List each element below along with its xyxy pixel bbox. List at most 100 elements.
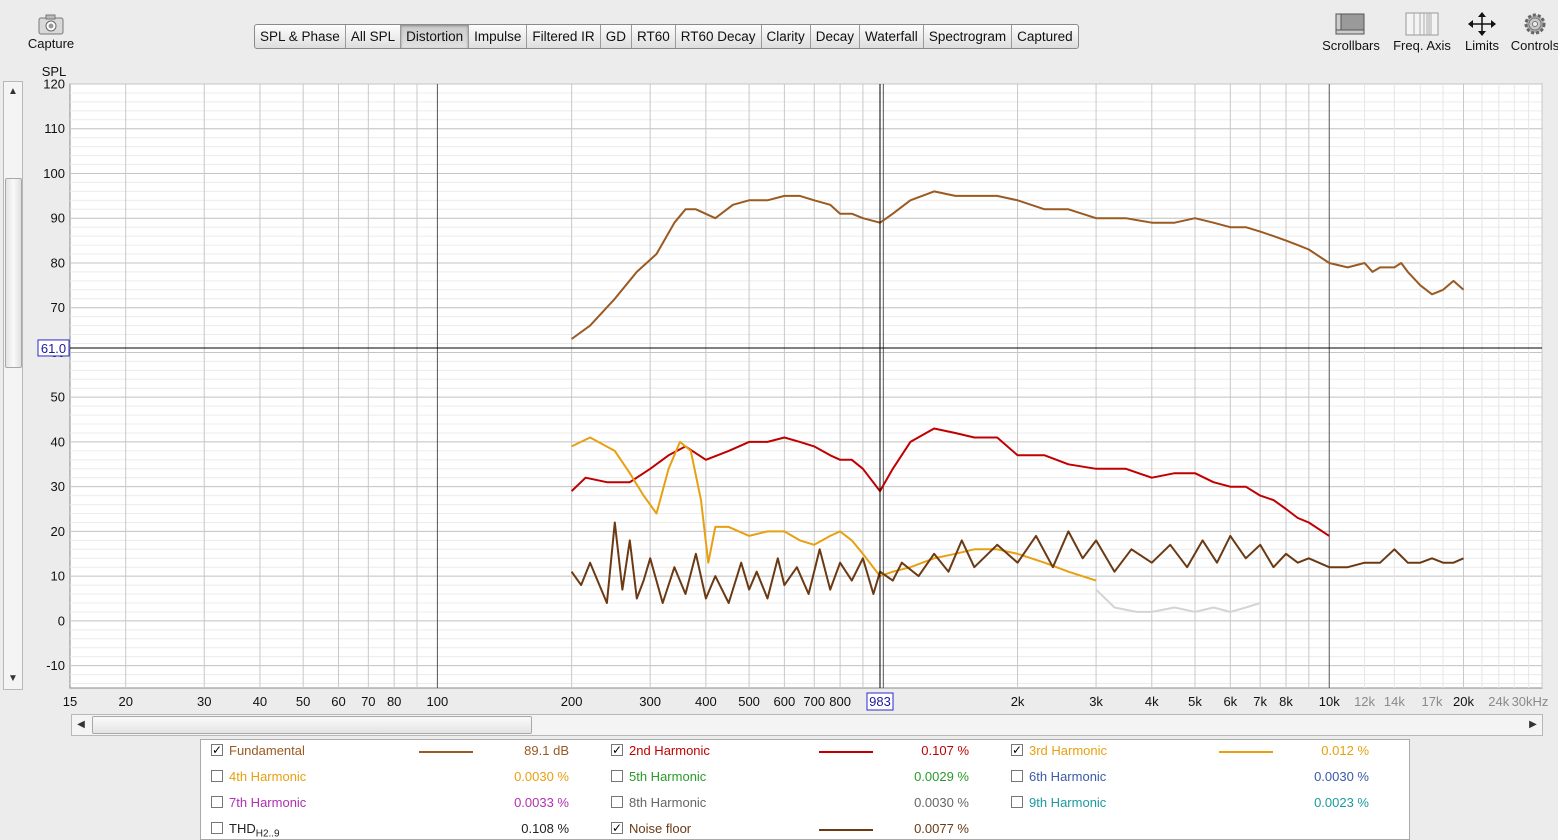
legend-item-5th-harmonic: 5th Harmonic 0.0029 % [611, 767, 981, 787]
legend-checkbox-noise-floor[interactable]: ✓ [611, 822, 623, 834]
toolbar: Capture SPL & Phase All SPL Distortion Impu… [0, 0, 1558, 66]
legend-value: 0.0030 % [1314, 769, 1369, 784]
tab-gd[interactable]: GD [601, 25, 632, 48]
legend-label-text: 9th Harmonic [1029, 795, 1107, 810]
distortion-graph[interactable]: 1201101009080706050403020100-10SPL152030… [0, 62, 1558, 714]
x-tick-label: 30kHz [1512, 694, 1549, 709]
tab-all-spl[interactable]: All SPL [346, 25, 402, 48]
tab-captured[interactable]: Captured [1012, 25, 1078, 48]
controls-button[interactable]: Controls [1508, 10, 1558, 53]
tab-clarity[interactable]: Clarity [762, 25, 811, 48]
horizontal-scroll-thumb[interactable] [92, 716, 532, 734]
y-tick-label: 10 [51, 569, 65, 584]
x-tick-label: 40 [253, 694, 267, 709]
tab-rt60[interactable]: RT60 [632, 25, 676, 48]
scrollbars-label: Scrollbars [1322, 38, 1380, 53]
legend-value: 0.108 % [521, 821, 569, 836]
x-tick-label: 30 [197, 694, 211, 709]
legend-checkbox-5th-harmonic[interactable] [611, 770, 623, 782]
legend-checkbox-7th-harmonic[interactable] [211, 796, 223, 808]
legend-checkbox-4th-harmonic[interactable] [211, 770, 223, 782]
x-tick-labels: 15 20 30 40 50 60 70 80 100 200 300 400 500 600 700 800… [63, 694, 1549, 709]
legend-label: 6th Harmonic [1029, 769, 1106, 784]
scroll-right-arrow-icon[interactable]: ▶ [1524, 715, 1542, 735]
horizontal-scrollbar[interactable]: ◀ ▶ [71, 714, 1543, 736]
legend-value: 0.0030 % [514, 769, 569, 784]
cursor-spl-readout: 61.0 [41, 341, 66, 356]
freq-axis-button[interactable]: Freq. Axis [1390, 10, 1454, 53]
camera-icon [38, 14, 64, 35]
legend-checkbox-2nd-harmonic[interactable]: ✓ [611, 744, 623, 756]
x-tick-label: 800 [829, 694, 851, 709]
legend-item-thd: THDH2..9 0.108 % [211, 819, 581, 840]
legend-line-swatch [419, 751, 473, 753]
x-tick-label: 60 [331, 694, 345, 709]
x-tick-label: 4k [1145, 694, 1159, 709]
scrollbars-icon [1335, 13, 1365, 35]
legend-checkbox-thd[interactable] [211, 822, 223, 834]
tab-waterfall[interactable]: Waterfall [860, 25, 924, 48]
tab-rt60-decay[interactable]: RT60 Decay [676, 25, 762, 48]
scrollbars-button[interactable]: Scrollbars [1320, 10, 1382, 53]
legend-label: Noise floor [629, 821, 691, 836]
graph-tabs: SPL & Phase All SPL Distortion Impulse Filte… [254, 24, 1079, 49]
y-tick-label: -10 [46, 658, 65, 673]
x-tick-label: 600 [774, 694, 796, 709]
legend-item-6th-harmonic: 6th Harmonic 0.0030 % [1011, 767, 1381, 787]
legend-value: 0.0030 % [914, 795, 969, 810]
y-tick-label: 90 [51, 211, 65, 226]
legend-checkbox-6th-harmonic[interactable] [1011, 770, 1023, 782]
legend-label-text: 5th Harmonic [629, 769, 707, 784]
capture-label: Capture [27, 36, 75, 51]
tab-spl-phase[interactable]: SPL & Phase [255, 25, 346, 48]
freq-axis-icon [1405, 12, 1439, 36]
legend-label: 4th Harmonic [229, 769, 306, 784]
legend-line-swatch [1219, 751, 1273, 753]
tab-filtered-ir[interactable]: Filtered IR [527, 25, 601, 48]
legend-label: 3rd Harmonic [1029, 743, 1107, 758]
plot-area[interactable] [69, 83, 1543, 689]
legend-checkbox-fundamental[interactable]: ✓ [211, 744, 223, 756]
x-tick-label: 5k [1188, 694, 1202, 709]
legend-item-3rd-harmonic: ✓ 3rd Harmonic 0.012 % [1011, 741, 1381, 761]
x-tick-label: 24k [1488, 694, 1509, 709]
legend-label-text: 3rd Harmonic [1029, 743, 1108, 758]
tab-distortion[interactable]: Distortion [401, 25, 470, 48]
legend-checkbox-8th-harmonic[interactable] [611, 796, 623, 808]
tab-impulse[interactable]: Impulse [469, 25, 528, 48]
cursor-freq-readout: 983 [869, 694, 891, 709]
tab-decay[interactable]: Decay [811, 25, 861, 48]
x-tick-label: 20 [118, 694, 132, 709]
x-tick-label: 400 [695, 694, 717, 709]
x-tick-label: 70 [361, 694, 375, 709]
legend-line-swatch [819, 751, 873, 753]
legend-label-subscript: H2..9 [255, 828, 280, 840]
x-tick-label: 2k [1011, 694, 1025, 709]
legend-checkbox-9th-harmonic[interactable] [1011, 796, 1023, 808]
legend-item-4th-harmonic: 4th Harmonic 0.0030 % [211, 767, 581, 787]
y-tick-label: 110 [44, 121, 65, 136]
x-tick-label: 15 [63, 694, 77, 709]
legend-item-7th-harmonic: 7th Harmonic 0.0033 % [211, 793, 581, 813]
legend-label-text: Fundamental [229, 743, 305, 758]
limits-button[interactable]: Limits [1460, 10, 1504, 53]
y-tick-label: 80 [51, 255, 65, 270]
legend-item-9th-harmonic: 9th Harmonic 0.0023 % [1011, 793, 1381, 813]
legend-label-text: 6th Harmonic [1029, 769, 1107, 784]
tab-spectrogram[interactable]: Spectrogram [924, 25, 1013, 48]
y-tick-label: 40 [51, 434, 65, 449]
legend-checkbox-3rd-harmonic[interactable]: ✓ [1011, 744, 1023, 756]
x-tick-label: 300 [639, 694, 661, 709]
legend-item-2nd-harmonic: ✓ 2nd Harmonic 0.107 % [611, 741, 981, 761]
scroll-left-arrow-icon[interactable]: ◀ [72, 715, 90, 735]
move-arrows-icon [1468, 12, 1496, 36]
legend-item-noise-floor: ✓ Noise floor 0.0077 % [611, 819, 981, 839]
x-tick-label: 12k [1354, 694, 1375, 709]
y-tick-label: 100 [43, 166, 65, 181]
capture-button[interactable]: Capture [20, 12, 82, 51]
x-tick-label: 14k [1384, 694, 1405, 709]
y-tick-label: 20 [51, 524, 65, 539]
trace-legend: ✓ Fundamental 89.1 dB ✓ 2nd Harmonic 0.107 % ✓… [200, 739, 1410, 840]
legend-item-fundamental: ✓ Fundamental 89.1 dB [211, 741, 581, 761]
legend-label: 7th Harmonic [229, 795, 306, 810]
